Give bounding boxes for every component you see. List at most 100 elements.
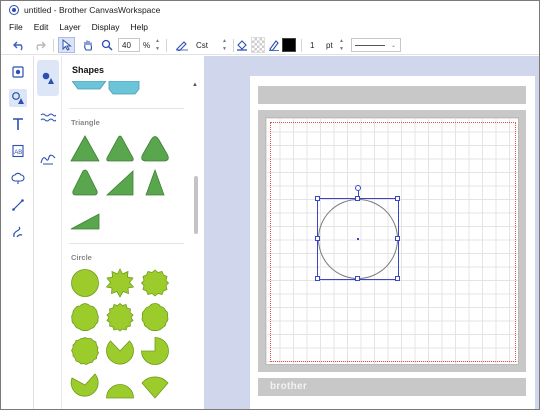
shape-triangle-rounded[interactable] — [105, 134, 135, 164]
shape-seal[interactable] — [140, 268, 170, 298]
pan-tool-button[interactable] — [79, 37, 96, 53]
tool-sidebar: AB — [1, 56, 34, 409]
shape-triangle-soft[interactable] — [140, 134, 170, 164]
title-bar: untitled - Brother CanvasWorkspace — [1, 1, 539, 19]
fill-color-swatch[interactable] — [251, 37, 265, 53]
redo-button[interactable] — [31, 37, 47, 53]
shape-sector[interactable] — [140, 370, 170, 400]
resize-handle-sw[interactable] — [315, 276, 320, 281]
panel-title: Shapes — [72, 65, 105, 75]
resize-handle-s[interactable] — [355, 276, 360, 281]
resize-handle-se[interactable] — [395, 276, 400, 281]
chevron-up-icon: ▲ — [155, 38, 160, 44]
menu-display[interactable]: Display — [92, 22, 120, 32]
arrow-cursor-icon — [62, 39, 72, 51]
cutting-mat: brother — [250, 76, 535, 409]
pattern-tool-button[interactable]: AB — [9, 142, 27, 160]
shape-triangle-curved[interactable] — [70, 168, 100, 198]
category-basic-shapes[interactable] — [37, 60, 59, 96]
toolbar: 40 % ▲ ▼ Cst ▲ ▼ 1 pt ▲ ▼ ⌄ — [1, 35, 539, 55]
svg-text:AB: AB — [14, 150, 22, 156]
zoom-tool-button[interactable] — [99, 37, 115, 53]
zoom-input[interactable]: 40 — [118, 38, 140, 52]
shape-right-triangle[interactable] — [105, 168, 135, 198]
pencil-icon — [269, 40, 279, 51]
line-draw-tool-button[interactable] — [9, 196, 27, 214]
text-tool-button[interactable] — [9, 115, 27, 133]
shape-starburst[interactable] — [105, 268, 135, 298]
pattern-icon: AB — [12, 144, 24, 158]
shape-pie-open[interactable] — [70, 370, 100, 400]
shape-triangle[interactable] — [70, 134, 100, 164]
menu-file[interactable]: File — [9, 22, 23, 32]
line-icon — [12, 199, 24, 211]
ornament-icon — [40, 154, 56, 165]
shape-scallop-circle[interactable] — [70, 302, 100, 332]
resize-handle-n[interactable] — [355, 196, 360, 201]
zoom-unit: % — [143, 41, 151, 50]
chevron-down-icon: ⌄ — [391, 42, 397, 49]
cloud-icon — [11, 172, 25, 184]
line-mode-select[interactable]: Cst — [193, 38, 219, 52]
mat-top-band — [258, 86, 526, 104]
line-style-select[interactable]: ⌄ — [351, 38, 401, 52]
shape-semicircle[interactable] — [105, 370, 135, 400]
selection-box[interactable] — [315, 185, 400, 281]
image-tool-button[interactable] — [9, 63, 27, 81]
stroke-color-swatch[interactable] — [282, 38, 296, 52]
menu-bar: File Edit Layer Display Help — [1, 20, 539, 34]
scroll-up-arrow-icon[interactable]: ▲ — [192, 82, 198, 88]
stroke-tool-button[interactable] — [267, 37, 281, 53]
rotate-handle[interactable] — [355, 185, 361, 191]
shape-wide-triangle[interactable] — [70, 202, 100, 232]
line-width-unit: pt — [326, 41, 333, 50]
line-width-stepper[interactable]: ▲ ▼ — [337, 38, 346, 52]
resize-handle-nw[interactable] — [315, 196, 320, 201]
zoom-stepper[interactable]: ▲ ▼ — [153, 38, 162, 52]
hand-icon — [83, 40, 92, 51]
chevron-down-icon: ▼ — [222, 46, 227, 52]
undo-icon — [12, 41, 23, 50]
resize-handle-ne[interactable] — [395, 196, 400, 201]
app-logo-icon — [9, 5, 19, 15]
shape-wavy-circle[interactable] — [70, 336, 100, 366]
shape-circle[interactable] — [70, 268, 100, 298]
panel-scrollbar-thumb[interactable] — [194, 176, 198, 234]
brand-logo: brother — [270, 381, 308, 392]
line-width-input[interactable]: 1 — [307, 38, 325, 52]
line-tool-button[interactable] — [173, 37, 191, 53]
undo-button[interactable] — [11, 37, 27, 53]
shape-tall-triangle[interactable] — [140, 168, 170, 198]
section-triangle: Triangle — [71, 118, 100, 127]
menu-edit[interactable]: Edit — [34, 22, 49, 32]
center-point — [357, 238, 359, 240]
redo-icon — [35, 41, 46, 50]
shapes-panel: Shapes Triangle Circle ▲ — [62, 56, 204, 409]
shape-flower-circle[interactable] — [140, 302, 170, 332]
resize-handle-w[interactable] — [315, 236, 320, 241]
app-window: untitled - Brother CanvasWorkspace File … — [0, 0, 540, 410]
shapes-icon — [12, 92, 24, 104]
shape-pie-three-quarter[interactable] — [140, 336, 170, 366]
resize-handle-e[interactable] — [395, 236, 400, 241]
category-borders[interactable] — [37, 106, 59, 128]
line-mode-stepper[interactable]: ▲ ▼ — [220, 38, 229, 52]
menu-help[interactable]: Help — [131, 22, 148, 32]
stamp-tool-button[interactable] — [9, 169, 27, 187]
freehand-tool-button[interactable] — [9, 223, 27, 241]
shape-pacman-wedge[interactable] — [105, 336, 135, 366]
shapes-tool-button[interactable] — [9, 89, 27, 107]
menu-layer[interactable]: Layer — [59, 22, 80, 32]
fill-tool-button[interactable] — [235, 37, 249, 53]
select-tool-button[interactable] — [58, 37, 75, 53]
paint-bucket-icon — [237, 40, 247, 51]
shape-hexagon-partial[interactable] — [107, 81, 141, 95]
window-title: untitled - Brother CanvasWorkspace — [24, 5, 161, 15]
canvas-area[interactable]: brother — [204, 56, 539, 409]
category-frames[interactable] — [37, 148, 59, 170]
shape-gear-circle[interactable] — [105, 302, 135, 332]
mat-bottom-band: brother — [258, 378, 526, 396]
shape-octagon-partial[interactable] — [72, 81, 106, 95]
mat-grid[interactable] — [265, 117, 519, 365]
wave-border-icon — [40, 113, 56, 122]
